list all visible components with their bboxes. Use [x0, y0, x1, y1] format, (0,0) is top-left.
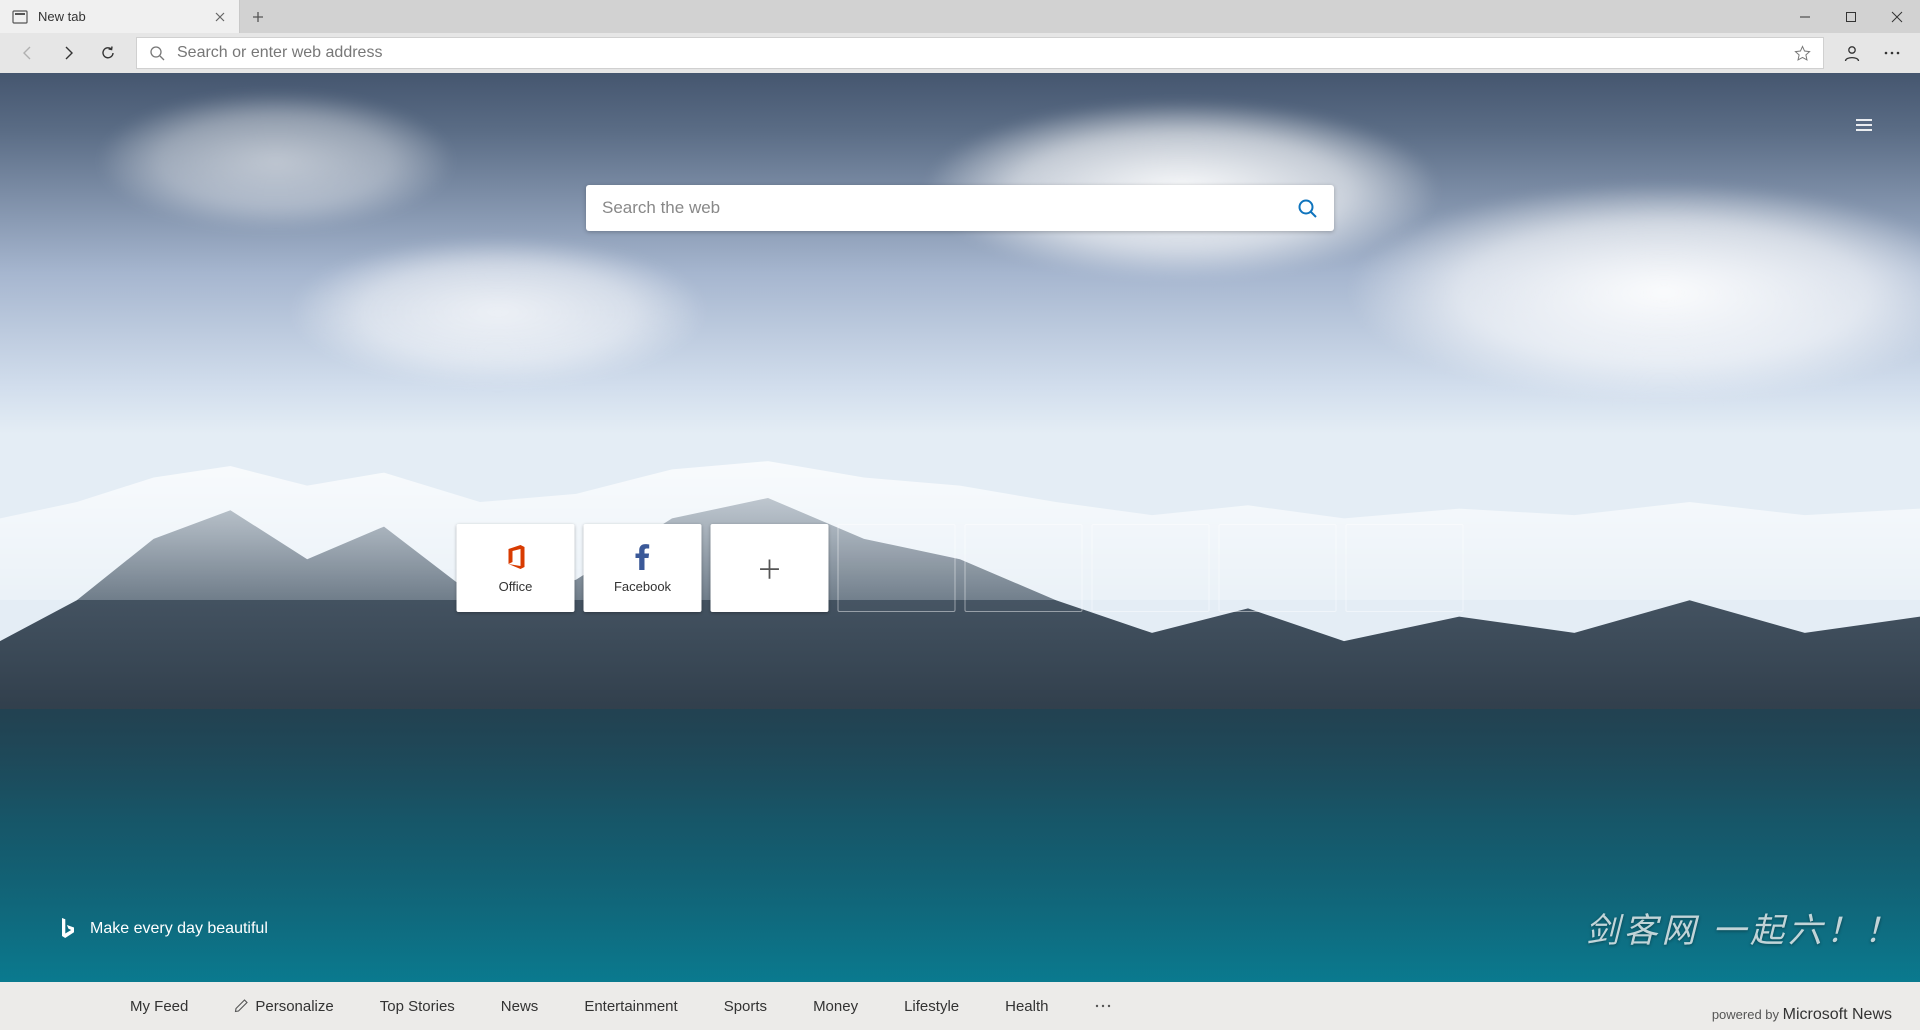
search-icon [149, 45, 165, 61]
bing-tagline[interactable]: Make every day beautiful [60, 918, 268, 940]
titlebar: New tab [0, 0, 1920, 33]
feed-link-health[interactable]: Health [1005, 998, 1048, 1015]
web-search-submit-icon[interactable] [1296, 197, 1318, 219]
tab-favicon [12, 9, 28, 25]
forward-button[interactable] [50, 35, 86, 71]
powered-by-prefix: powered by [1712, 1007, 1783, 1022]
bing-icon [60, 918, 76, 940]
new-tab-button[interactable] [240, 0, 276, 33]
feed-link-top-stories[interactable]: Top Stories [380, 998, 455, 1015]
address-bar[interactable] [136, 37, 1824, 69]
tile-add[interactable]: ＋ [711, 524, 829, 612]
quick-links-tiles: Office Facebook ＋ [457, 524, 1464, 612]
watermark-text: 剑客网 一起六！！ [1586, 903, 1903, 952]
feed-link-lifestyle[interactable]: Lifestyle [904, 998, 959, 1015]
toolbar [0, 33, 1920, 73]
refresh-button[interactable] [90, 35, 126, 71]
news-feed-nav: My Feed Personalize Top Stories News Ent… [0, 982, 1920, 1030]
tile-empty-slot[interactable] [838, 524, 956, 612]
feed-link-money[interactable]: Money [813, 998, 858, 1015]
new-tab-page: Office Facebook ＋ Make every day beautif… [0, 73, 1920, 982]
favorite-star-icon[interactable] [1794, 45, 1811, 62]
tile-office[interactable]: Office [457, 524, 575, 612]
back-button[interactable] [10, 35, 46, 71]
tile-label: Office [499, 579, 533, 594]
tile-label: Facebook [614, 579, 671, 594]
plus-icon: ＋ [756, 550, 782, 587]
facebook-icon [636, 543, 650, 571]
feed-more-button[interactable] [1094, 1000, 1112, 1012]
bing-tagline-text: Make every day beautiful [90, 920, 268, 938]
address-input[interactable] [177, 44, 1782, 62]
feed-link-my-feed[interactable]: My Feed [130, 998, 188, 1015]
tile-empty-slot[interactable] [1219, 524, 1337, 612]
feed-link-personalize[interactable]: Personalize [234, 998, 333, 1015]
tile-empty-slot[interactable] [1346, 524, 1464, 612]
tile-empty-slot[interactable] [965, 524, 1083, 612]
more-menu-button[interactable] [1874, 35, 1910, 71]
tab-close-button[interactable] [213, 10, 227, 24]
office-icon [504, 543, 528, 571]
powered-by: powered by Microsoft News [1712, 1006, 1892, 1024]
feed-link-label: Personalize [255, 998, 333, 1015]
tile-empty-slot[interactable] [1092, 524, 1210, 612]
page-settings-button[interactable] [1848, 109, 1880, 141]
powered-by-brand: Microsoft News [1783, 1006, 1892, 1023]
tab-title: New tab [38, 9, 203, 24]
minimize-button[interactable] [1782, 0, 1828, 33]
feed-link-entertainment[interactable]: Entertainment [584, 998, 677, 1015]
maximize-button[interactable] [1828, 0, 1874, 33]
window-controls [1782, 0, 1920, 33]
web-search-input[interactable] [602, 198, 1296, 218]
pencil-icon [234, 999, 248, 1013]
browser-tab[interactable]: New tab [0, 0, 240, 33]
close-window-button[interactable] [1874, 0, 1920, 33]
profile-button[interactable] [1834, 35, 1870, 71]
feed-link-sports[interactable]: Sports [724, 998, 767, 1015]
feed-link-news[interactable]: News [501, 998, 539, 1015]
web-search-box[interactable] [586, 185, 1334, 231]
tile-facebook[interactable]: Facebook [584, 524, 702, 612]
